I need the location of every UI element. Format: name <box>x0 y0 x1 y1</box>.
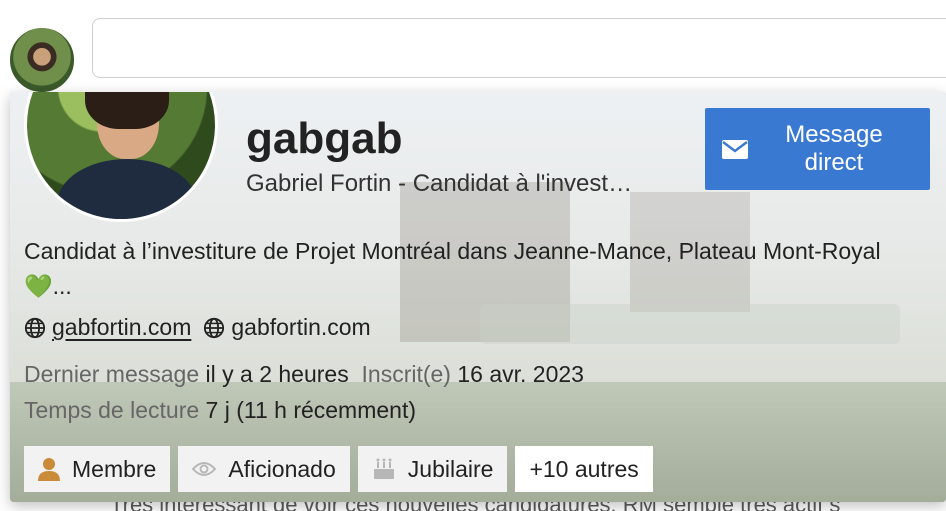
badge-aficionado[interactable]: Aficionado <box>178 446 350 492</box>
username[interactable]: gabgab <box>246 114 402 164</box>
read-time-value: 7 j (11 h récemment) <box>205 397 417 423</box>
full-name: Gabriel Fortin - Candidat à l'invest… <box>246 170 633 197</box>
message-direct-button[interactable]: Message direct <box>705 108 930 190</box>
cake-icon <box>373 458 394 479</box>
background-avatar <box>8 26 76 94</box>
badge-jubilaire[interactable]: Jubilaire <box>357 446 508 492</box>
website-link-2[interactable]: gabfortin.com <box>203 314 371 341</box>
globe-icon <box>24 317 46 338</box>
user-card: gabgab Gabriel Fortin - Candidat à l'inv… <box>10 92 946 502</box>
last-post-value: il y a 2 heures <box>205 361 349 387</box>
website-link-text[interactable]: gabfortin.com <box>52 314 191 341</box>
joined-value: 16 avr. 2023 <box>457 361 584 387</box>
eye-icon <box>192 462 217 476</box>
badge-list: Membre Aficionado Jubilaire +10 autres <box>24 446 653 492</box>
read-time-meta: Temps de lecture 7 j (11 h récemment) <box>24 397 416 424</box>
last-post-label: Dernier message <box>24 361 200 387</box>
user-icon <box>38 458 60 481</box>
bg-train <box>480 304 900 344</box>
user-links: gabfortin.com gabfortin.com <box>24 314 371 341</box>
user-bio: Candidat à l’investiture de Projet Montr… <box>24 238 881 299</box>
website-link-text-2[interactable]: gabfortin.com <box>231 314 370 341</box>
globe-icon <box>204 317 225 338</box>
badge-membre[interactable]: Membre <box>24 446 171 492</box>
read-time-label: Temps de lecture <box>24 397 200 423</box>
joined-label: Inscrit(e) <box>361 361 451 387</box>
green-heart-emoji: 💚 <box>24 273 53 299</box>
website-link[interactable]: gabfortin.com <box>24 314 191 341</box>
more-badges-link[interactable]: +10 autres <box>515 446 653 492</box>
activity-meta: Dernier message il y a 2 heures Inscrit(… <box>24 361 584 388</box>
background-composer <box>92 18 946 78</box>
envelope-icon <box>722 139 748 159</box>
message-direct-label: Message direct <box>785 121 883 176</box>
